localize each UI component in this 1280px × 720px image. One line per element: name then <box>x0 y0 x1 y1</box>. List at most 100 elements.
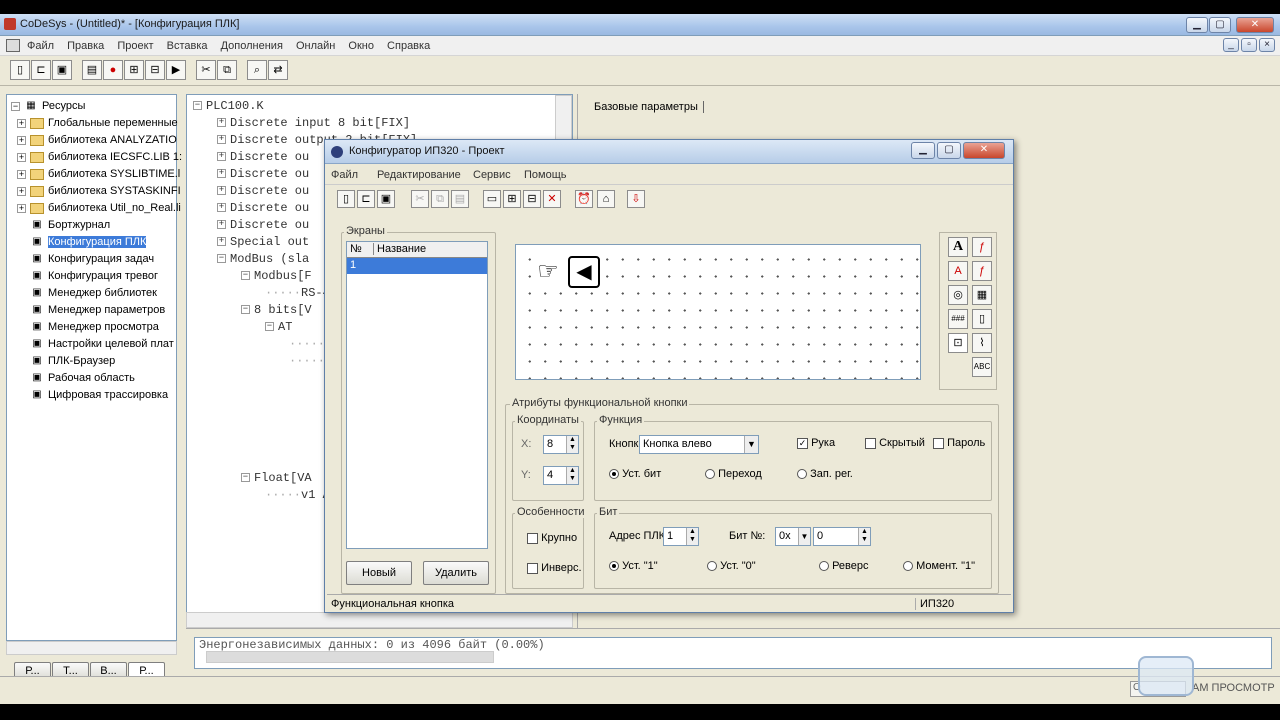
plc-tree-node[interactable]: + Discrete ou <box>217 184 309 198</box>
dlg-download-icon[interactable]: ⇩ <box>627 190 645 208</box>
expand-icon[interactable]: + <box>217 152 226 162</box>
x-spin-icon[interactable]: ▲ ▼ <box>566 436 578 453</box>
animated-text-icon[interactable]: A <box>948 261 968 281</box>
menu-extras[interactable]: Дополнения <box>216 37 288 55</box>
expand-icon[interactable]: + <box>217 135 226 145</box>
dlg-screen-icon[interactable]: ▭ <box>483 190 501 208</box>
plc-tree-node[interactable]: + Discrete ou <box>217 218 309 232</box>
expand-icon[interactable]: + <box>17 186 26 196</box>
mdi-restore-button[interactable]: ▫ <box>1241 38 1257 52</box>
plc-tree-node[interactable]: − ModBus (sla <box>217 252 309 266</box>
indicator-icon[interactable]: ◎ <box>948 285 968 305</box>
expand-icon[interactable]: + <box>217 220 226 230</box>
plc-tree-node[interactable]: − PLC100.K <box>193 99 264 113</box>
col-name-header[interactable]: Название <box>377 243 426 255</box>
chevron-down-icon[interactable]: ▼ <box>798 528 810 545</box>
col-no-header[interactable]: № <box>350 243 374 255</box>
radio-set-1[interactable]: Уст. "1" <box>609 560 658 572</box>
hand-checkbox[interactable]: ✓ Рука <box>797 437 835 449</box>
tree-item-resource[interactable]: ▣ Менеджер библиотек <box>17 285 157 302</box>
mdi-minimize-button[interactable]: _ <box>1223 38 1239 52</box>
expand-icon[interactable]: + <box>217 186 226 196</box>
radio-goto[interactable]: Переход <box>705 468 762 480</box>
expand-icon[interactable]: − <box>241 305 250 315</box>
logout-icon[interactable]: ⊟ <box>145 60 165 80</box>
dynamic-text-icon[interactable]: ƒ <box>972 237 992 257</box>
login-icon[interactable]: ⊞ <box>124 60 144 80</box>
radio-set-0[interactable]: Уст. "0" <box>707 560 756 572</box>
copy-icon[interactable]: ⧉ <box>217 60 237 80</box>
plc-tree-node[interactable]: −8 bits[V <box>241 303 312 317</box>
dlg-save-icon[interactable]: ▣ <box>377 190 395 208</box>
dialog-menu-edit[interactable]: Редактирование <box>377 166 461 184</box>
tree-item-resource[interactable]: ▣ Конфигурация ПЛК <box>17 234 147 251</box>
tree-item-resource[interactable]: ▣ Конфигурация тревог <box>17 268 158 285</box>
arrow-left-button-icon[interactable]: ◀ <box>568 256 600 288</box>
dialog-close-button[interactable]: ✕ <box>963 142 1005 159</box>
plc-hscroll[interactable] <box>186 612 573 628</box>
find-icon[interactable]: ⌕ <box>247 60 267 80</box>
number-input-icon[interactable]: ### <box>948 309 968 329</box>
abc-text-icon[interactable]: ABC <box>972 357 992 377</box>
dlg-add-screen-icon[interactable]: ⊞ <box>503 190 521 208</box>
build-icon[interactable]: ▤ <box>82 60 102 80</box>
expand-icon[interactable]: + <box>17 169 26 179</box>
button-type-select[interactable]: Кнопка влево ▼ <box>639 435 759 454</box>
tab-base-params[interactable]: Базовые параметры <box>594 101 704 113</box>
expand-icon[interactable]: + <box>17 135 26 145</box>
plc-address-stepper[interactable]: 1 ▲ ▼ <box>663 527 699 546</box>
password-checkbox[interactable]: Пароль <box>933 437 985 449</box>
expand-icon[interactable]: − <box>217 254 226 264</box>
y-coordinate-stepper[interactable]: 4 ▲ ▼ <box>543 466 579 485</box>
trend-icon[interactable]: ⌇ <box>972 333 992 353</box>
close-button[interactable]: ✕ <box>1236 17 1274 33</box>
table-row[interactable]: 1 <box>347 258 487 274</box>
tree-item-resource[interactable]: ▣ Менеджер параметров <box>17 302 165 319</box>
plc-tree-node[interactable]: − AT <box>265 320 292 334</box>
new-screen-button[interactable]: Новый <box>346 561 412 585</box>
dialog-maximize-button[interactable]: ▢ <box>937 142 961 159</box>
tree-item-resource[interactable]: ▣ Рабочая область <box>17 370 135 387</box>
dlg-home-icon[interactable]: ⌂ <box>597 190 615 208</box>
bar-graph-icon[interactable]: ▯ <box>972 309 992 329</box>
bit-spin-icon[interactable]: ▲ ▼ <box>858 528 870 545</box>
tree-item-resource[interactable]: + Глобальные переменные <box>17 115 178 132</box>
y-spin-icon[interactable]: ▲ ▼ <box>566 467 578 484</box>
radio-write-reg[interactable]: Зап. рег. <box>797 468 853 480</box>
dlg-alarm-icon[interactable]: ⏰ <box>575 190 593 208</box>
dlg-cut-icon[interactable]: ✂ <box>411 190 429 208</box>
menu-file[interactable]: Файл <box>22 37 59 55</box>
delete-screen-button[interactable]: Удалить <box>423 561 489 585</box>
function-button-icon[interactable]: ⊡ <box>948 333 968 353</box>
expand-icon[interactable]: + <box>17 118 26 128</box>
expand-icon[interactable]: + <box>17 152 26 162</box>
hand-pointer-icon[interactable]: ☞ <box>532 257 564 289</box>
save-icon[interactable]: ▣ <box>52 60 72 80</box>
replace-icon[interactable]: ⇄ <box>268 60 288 80</box>
dlg-delete-screen-icon[interactable]: ✕ <box>543 190 561 208</box>
radio-momentary[interactable]: Момент. "1" <box>903 560 975 572</box>
dlg-open-icon[interactable]: ⊏ <box>357 190 375 208</box>
dlg-copy-icon[interactable]: ⧉ <box>431 190 449 208</box>
tree-item-resource[interactable]: ▣ Цифровая трассировка <box>17 387 168 404</box>
open-folder-icon[interactable]: ⊏ <box>31 60 51 80</box>
expand-icon[interactable]: + <box>217 203 226 213</box>
expand-icon[interactable]: + <box>217 169 226 179</box>
menu-insert[interactable]: Вставка <box>162 37 213 55</box>
cut-icon[interactable]: ✂ <box>196 60 216 80</box>
dialog-menu-help[interactable]: Помощь <box>524 166 567 184</box>
expand-icon[interactable]: + <box>217 118 226 128</box>
expand-icon[interactable]: − <box>265 322 274 332</box>
radio-reverse[interactable]: Реверс <box>819 560 869 572</box>
expand-icon[interactable]: − <box>193 101 202 111</box>
plc-tree-node[interactable]: − Modbus[F <box>241 269 312 283</box>
dialog-minimize-button[interactable]: ▁ <box>911 142 935 159</box>
expand-icon[interactable]: + <box>17 203 26 213</box>
x-coordinate-stepper[interactable]: 8 ▲ ▼ <box>543 435 579 454</box>
image-tool-icon[interactable]: ▦ <box>972 285 992 305</box>
tree-item-resource[interactable]: + библиотека Util_no_Real.li <box>17 200 181 217</box>
tree-item-resource[interactable]: ▣ Настройки целевой плат <box>17 336 174 353</box>
new-file-icon[interactable]: ▯ <box>10 60 30 80</box>
expand-icon[interactable]: − <box>241 271 250 281</box>
tree-item-resource[interactable]: ▣ ПЛК-Браузер <box>17 353 115 370</box>
